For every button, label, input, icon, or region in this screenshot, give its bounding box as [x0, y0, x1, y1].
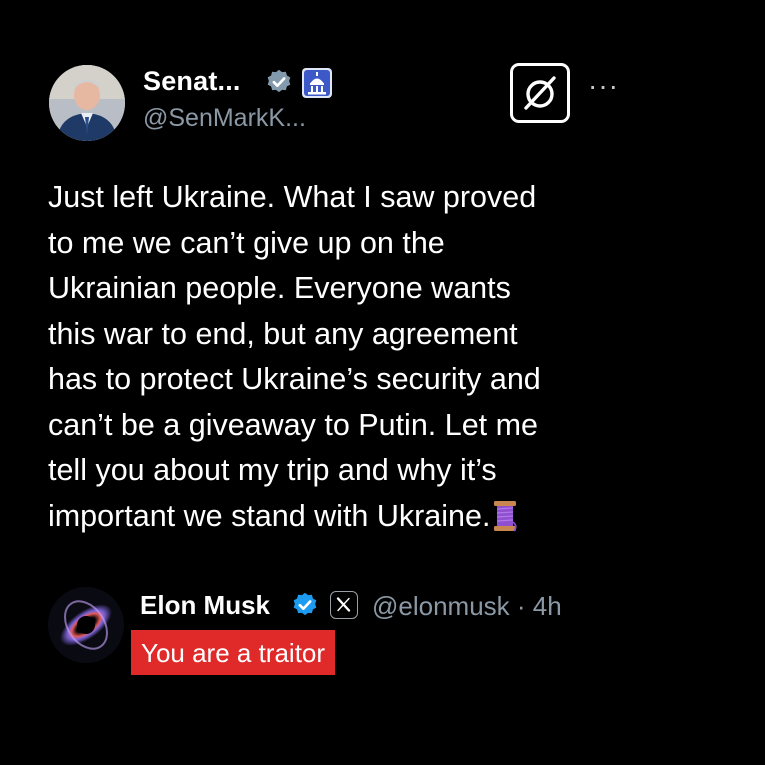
verified-blue-badge-icon [293, 592, 317, 616]
tweet-line: tell you about my trip and why it’s [48, 453, 497, 487]
thread-spool-emoji [494, 500, 517, 531]
tweet-line: this war to end, but any agreement [48, 316, 518, 351]
tweet-line: important we stand with Ukraine. [48, 498, 491, 533]
senator-photo [49, 65, 125, 141]
verified-gray-badge-icon [267, 69, 291, 93]
tweet-body: Just left Ukraine. What I saw proved to … [48, 175, 648, 539]
author-name[interactable]: Senat... [143, 66, 241, 97]
tweet-line: to me we can’t give up on the [48, 225, 445, 260]
tweet-line: can’t be a giveaway to Putin. Let me [48, 407, 538, 442]
author-handle[interactable]: @SenMarkK... [143, 104, 306, 133]
tweet-line: has to protect Ukraine’s security and [48, 362, 541, 396]
tweet-line: Ukrainian people. Everyone wants [48, 271, 511, 305]
reply-handle-time[interactable]: @elonmusk · 4h [372, 591, 562, 622]
reply-author-name[interactable]: Elon Musk [140, 590, 270, 621]
reply-avatar-image [48, 587, 124, 663]
tweet-line: Just left Ukraine. What I saw proved [48, 180, 537, 214]
reply-text-highlighted: You are a traitor [131, 630, 336, 675]
x-affiliation-badge [330, 591, 358, 619]
more-button[interactable]: ··· [588, 72, 619, 100]
reply-avatar[interactable] [48, 587, 124, 663]
grok-button[interactable] [510, 63, 570, 123]
more-icon: ··· [588, 70, 619, 101]
grok-icon [524, 76, 556, 110]
x-logo-icon [336, 597, 351, 612]
capitol-building-icon [302, 68, 332, 98]
author-avatar[interactable] [49, 65, 125, 141]
